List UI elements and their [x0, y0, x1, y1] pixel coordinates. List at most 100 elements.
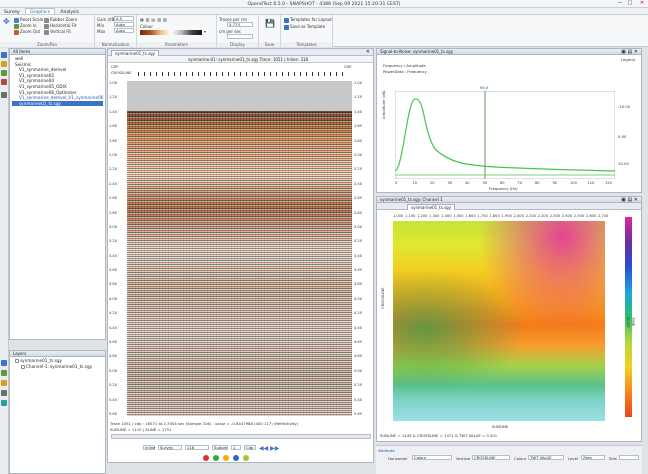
ribbon-group-label: Parameters	[137, 42, 216, 47]
layer-tool-icon[interactable]	[1, 360, 7, 366]
xtick-label: 2,600	[585, 214, 597, 218]
close-button[interactable]: ✕	[636, 0, 648, 7]
footer-field[interactable]: Cdp	[244, 445, 256, 450]
cm-per-sec-input[interactable]	[227, 34, 253, 39]
fault-icon[interactable]	[1, 79, 7, 85]
settings-icon[interactable]	[1, 92, 7, 98]
well-icon[interactable]	[1, 61, 7, 67]
checkbox-icon[interactable]	[15, 359, 19, 363]
footer-field[interactable]: 1	[231, 445, 241, 450]
ytick-label: 2.00	[354, 152, 363, 157]
template-icon	[284, 17, 289, 23]
save-as-template-button[interactable]: Save as Template	[284, 24, 325, 30]
horizontal-select[interactable]: Colour	[412, 455, 452, 460]
red-dot-icon[interactable]	[203, 455, 209, 461]
ytick-right: 10.00	[618, 161, 629, 166]
zoom-out-button[interactable]: Zoom Out	[14, 29, 40, 35]
yaxis-left: 1.00 1.20 1.40 1.60 1.80 2.00 2.20 2.40 2.60 2.80…	[109, 81, 126, 416]
min-input[interactable]: Auto	[114, 22, 134, 27]
reset-icon	[14, 17, 19, 23]
ytick-label: 2.40	[109, 181, 118, 186]
save-icon[interactable]: 💾	[265, 19, 275, 28]
ytick-label: 3.00	[109, 224, 118, 229]
horizontal-fit-icon	[44, 23, 49, 29]
ytick-label: 1.20	[354, 95, 363, 100]
colour-select[interactable]: TWT VALUE	[528, 455, 564, 460]
xtick-label: 2,700	[598, 214, 609, 218]
level-select[interactable]: Zero	[581, 455, 605, 460]
layer-item[interactable]: Channel-1: synmarine01_ts.sgy	[12, 364, 103, 370]
gain-input[interactable]: 0.5	[114, 16, 134, 21]
horizontal-scrollbar[interactable]	[111, 434, 371, 439]
spectrum-info-2: PowerData : Frequency	[383, 69, 427, 74]
green-dot-icon[interactable]	[213, 455, 219, 461]
horizontal-fit-button[interactable]: Horizontal Fit	[44, 23, 76, 29]
orange-dot-icon[interactable]	[223, 455, 229, 461]
ytick-label: 5.00	[354, 368, 363, 373]
ytick-label: 3.40	[354, 253, 363, 258]
info-icon[interactable]	[1, 400, 7, 406]
ytick-label: 5.60	[109, 412, 118, 416]
colour-table-bar[interactable]	[140, 30, 202, 35]
tree-item-selected[interactable]: synmarine01_ts.sgy	[12, 100, 103, 107]
max-label: Max	[97, 29, 106, 34]
footer-field[interactable]: 116	[185, 445, 209, 450]
maximize-button[interactable]: □	[624, 0, 636, 7]
nav-arrows-icon[interactable]: ◀◀ ▶▶	[259, 445, 279, 452]
header-left: CDP	[111, 65, 119, 69]
xaxis-label: CROSSLINE	[111, 71, 132, 75]
footer-field[interactable]: Subset	[212, 445, 228, 450]
paint-icon[interactable]	[1, 370, 7, 376]
max-input[interactable]: Auto	[114, 28, 134, 33]
ytick-label: 2.80	[109, 210, 118, 215]
field-label: Colour	[514, 456, 527, 461]
ytick-label: 1.40	[354, 109, 363, 114]
seismic-section-image[interactable]	[127, 81, 352, 416]
xtick-label: 2,100	[525, 214, 536, 218]
tab-map[interactable]: synmarine01_ts.sgy	[407, 204, 456, 210]
size-input[interactable]	[619, 455, 639, 460]
ytick-label: 5.40	[109, 397, 118, 402]
header-right: CDP	[344, 65, 352, 69]
vertical-select[interactable]: CROSSLINE	[472, 455, 510, 460]
xtick-label: 40	[465, 181, 470, 185]
ribbon-group-save: 💾 Save	[259, 15, 281, 47]
footer-field[interactable]: Survey	[158, 445, 182, 450]
survey-icon[interactable]	[1, 52, 7, 58]
pan-icon[interactable]: ✥	[3, 17, 10, 26]
blue-dot-icon[interactable]	[233, 455, 239, 461]
footer-field[interactable]: Inline	[143, 445, 155, 450]
tab-close-icon[interactable]: ✕	[366, 49, 370, 55]
attribute-heatmap-image[interactable]	[393, 221, 605, 421]
display-mode-icons[interactable]: ▦▥▤▧▨	[140, 17, 169, 22]
chevron-down-icon[interactable]: ▾	[204, 29, 206, 34]
horizon-icon[interactable]	[1, 70, 7, 76]
ytick-label: 3.00	[354, 224, 363, 229]
lime-dot-icon[interactable]	[243, 455, 249, 461]
xtick-label: 2,300	[549, 214, 561, 218]
vertical-fit-button[interactable]: Vertical Fit	[44, 29, 71, 35]
spectrum-chart[interactable]	[395, 91, 615, 179]
traces-per-cm-input[interactable]: 5.773	[227, 22, 253, 27]
reset-scale-button[interactable]: Reset Scale	[14, 17, 43, 23]
ribbon-group-zoom: ✥ Reset Scale Zoom In Zoom Out Rubber Zo…	[0, 15, 95, 47]
xtick-label: 1,500	[453, 214, 464, 218]
ribbon-group-label: Zoom/Pan	[0, 42, 94, 47]
xtick-label: 1,200	[417, 214, 428, 218]
panel-buttons-icon[interactable]: ▣ ▤ ✕	[621, 49, 638, 55]
legend-link[interactable]: Legend	[621, 57, 635, 62]
menu-graphics[interactable]: Graphics	[25, 8, 55, 15]
zoom-in-button[interactable]: Zoom In	[14, 23, 37, 29]
xtick-label: 80	[535, 181, 540, 185]
color-icon[interactable]	[1, 380, 7, 386]
xtick-label: 60	[500, 181, 505, 185]
map-ylabel: CROSSLINE	[380, 287, 385, 309]
ytick-label: 4.80	[354, 354, 363, 359]
tree-item[interactable]: V1_synmarine_demvel_V1_synmarine06	[12, 95, 103, 101]
rubber-zoom-button[interactable]: Rubber Zoom	[44, 17, 77, 23]
map-xaxis-top: 1,000 1,100 1,200 1,300 1,400 1,500 1,600 1,700…	[393, 214, 611, 219]
templates-layout-button[interactable]: Templates for Layout	[284, 17, 332, 23]
ribbon-group-label: Display	[217, 42, 258, 47]
checkbox-icon[interactable]	[21, 364, 25, 369]
grid-icon[interactable]	[1, 390, 7, 396]
